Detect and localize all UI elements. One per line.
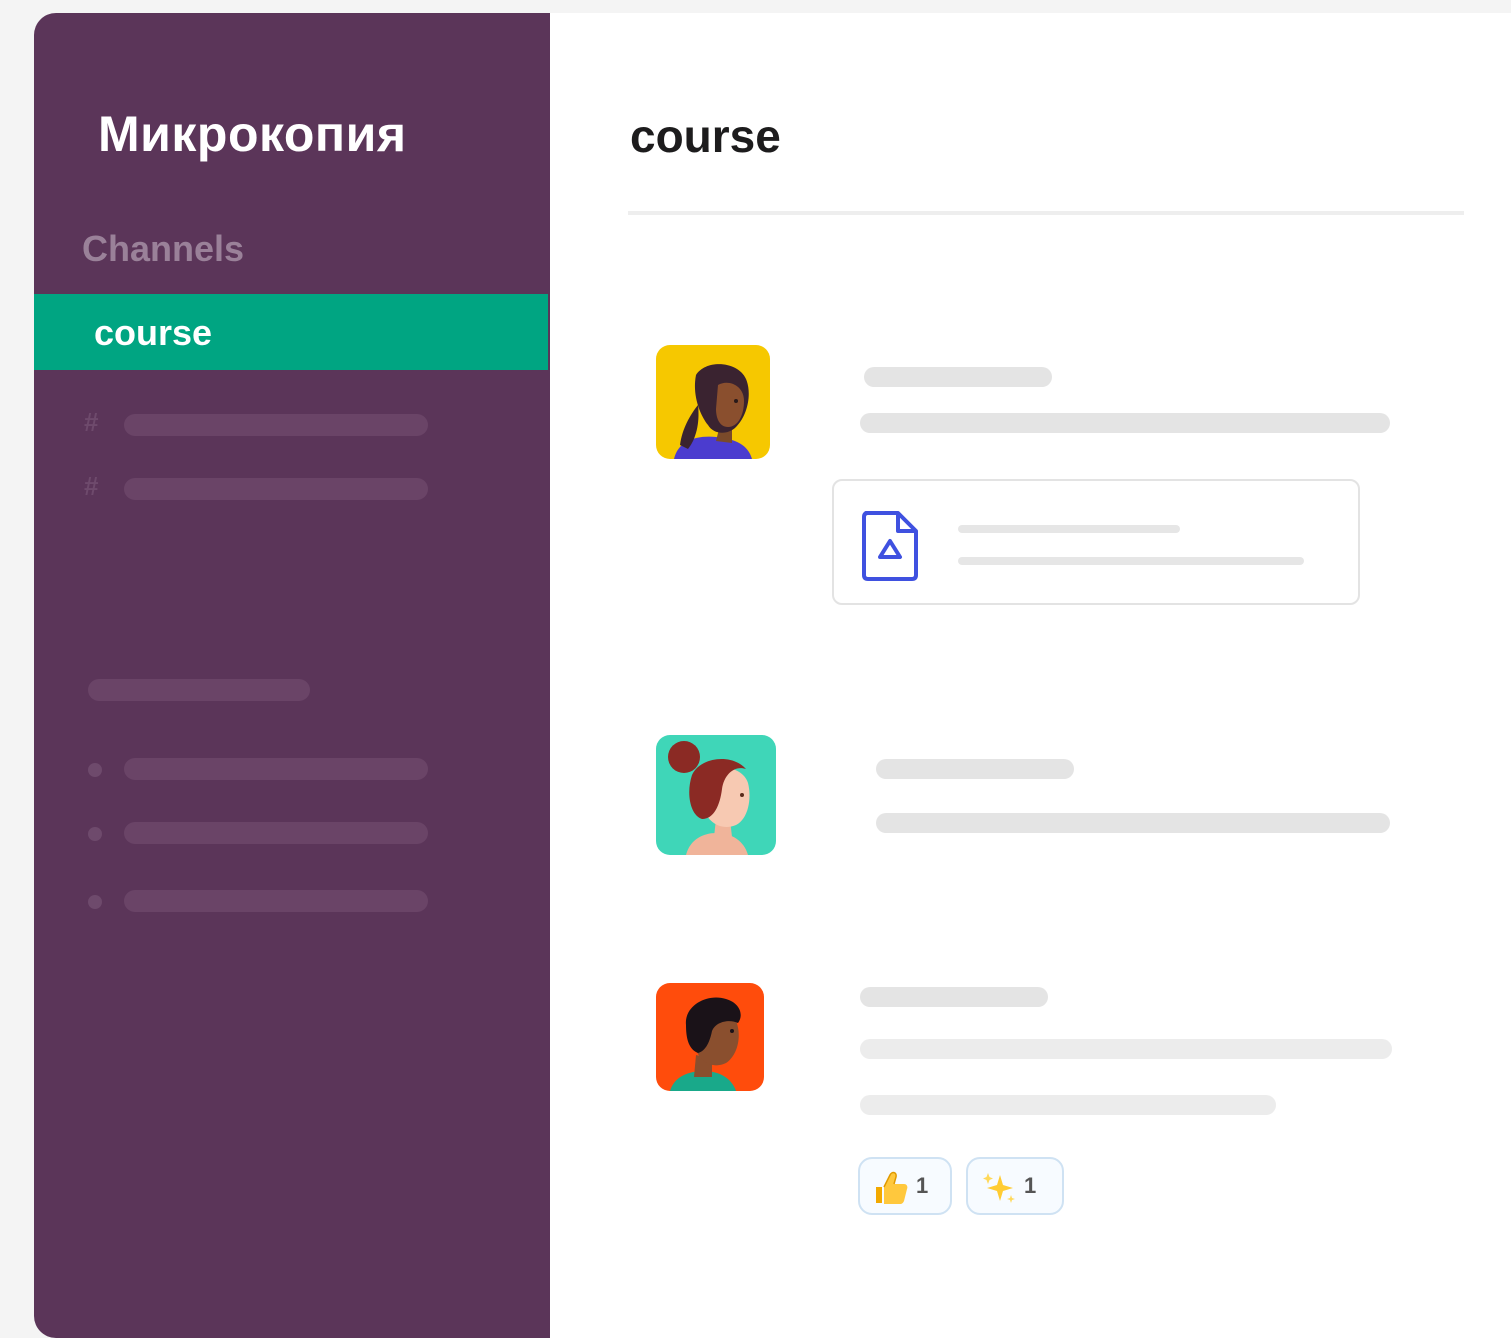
placeholder-bar (124, 758, 428, 780)
channel-view: course 1 1 (550, 13, 1511, 1338)
workspace-title[interactable]: Микрокопия (98, 105, 407, 163)
message-author-placeholder (864, 367, 1052, 387)
sidebar-item-placeholder[interactable]: # (84, 407, 434, 441)
channel-title[interactable]: course (630, 109, 781, 163)
sidebar: Микрокопия Channels course # # (34, 13, 550, 1338)
avatar-man-orange-icon[interactable] (656, 983, 764, 1091)
message-text-placeholder (860, 1095, 1276, 1115)
dm-item-placeholder[interactable] (84, 755, 434, 785)
sidebar-item-course[interactable]: course (34, 294, 548, 370)
placeholder-bar (124, 890, 428, 912)
avatar-woman-yellow-icon[interactable] (656, 345, 770, 459)
google-drive-file-icon (862, 511, 918, 581)
app-window: Микрокопия Channels course # # course 1 … (34, 13, 1511, 1338)
reaction-count: 1 (1024, 1173, 1037, 1198)
thumbs-up-icon (876, 1171, 908, 1204)
dm-item-placeholder[interactable] (84, 819, 434, 849)
hash-icon: # (84, 471, 99, 501)
header-divider (628, 211, 1464, 215)
placeholder-bar (124, 478, 428, 500)
reaction-thumbs-up[interactable]: 1 (858, 1157, 952, 1215)
sparkles-icon (983, 1173, 1015, 1203)
sidebar-item-label: course (94, 312, 213, 353)
file-attachment[interactable] (832, 479, 1360, 605)
reaction-count: 1 (916, 1173, 929, 1198)
reaction-sparkles[interactable]: 1 (966, 1157, 1064, 1215)
file-meta-placeholder (958, 557, 1304, 565)
hash-icon: # (84, 407, 99, 437)
dm-item-placeholder[interactable] (84, 887, 434, 917)
message-text-placeholder (876, 813, 1390, 833)
avatar-woman-teal-icon[interactable] (656, 735, 776, 855)
presence-dot-icon (88, 763, 102, 777)
presence-dot-icon (88, 895, 102, 909)
message-author-placeholder (876, 759, 1074, 779)
file-name-placeholder (958, 525, 1180, 533)
channels-section-label[interactable]: Channels (82, 228, 244, 270)
message-author-placeholder (860, 987, 1048, 1007)
placeholder-bar (124, 414, 428, 436)
direct-messages-heading-placeholder (88, 679, 310, 701)
sidebar-item-placeholder[interactable]: # (84, 471, 434, 505)
message-text-placeholder (860, 413, 1390, 433)
presence-dot-icon (88, 827, 102, 841)
placeholder-bar (124, 822, 428, 844)
message-text-placeholder (860, 1039, 1392, 1059)
